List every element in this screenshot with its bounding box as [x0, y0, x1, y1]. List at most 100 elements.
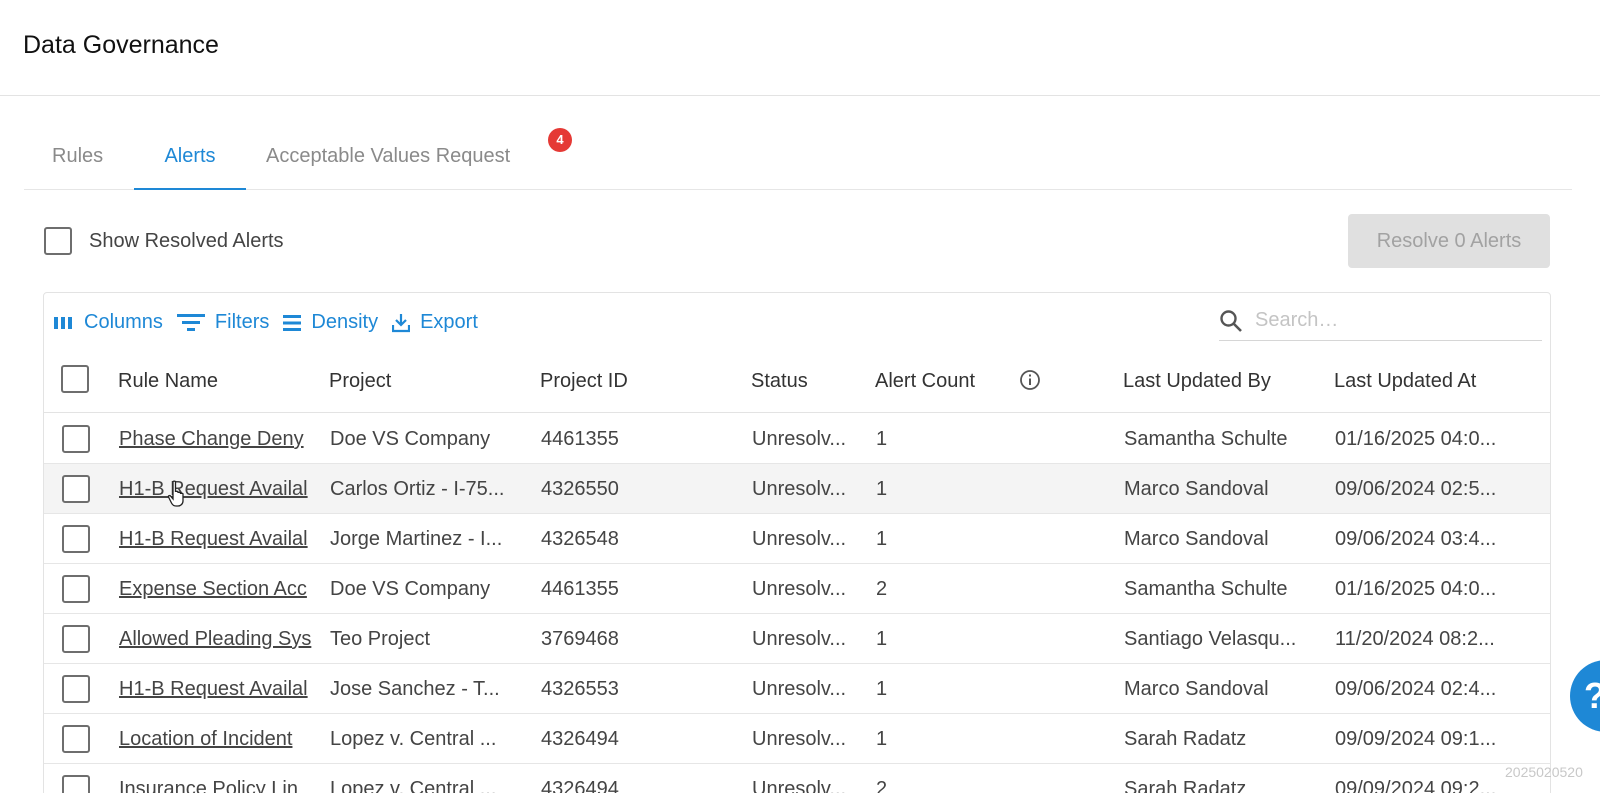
table-row[interactable]: Phase Change Deny Doe VS Company 4461355… — [44, 414, 1550, 464]
project-id-cell: 4461355 — [541, 578, 619, 600]
column-header-status[interactable]: Status — [751, 349, 808, 413]
last-updated-by-cell: Samantha Schulte — [1124, 578, 1288, 600]
project-cell: Jorge Martinez - I... — [330, 528, 503, 550]
table-row[interactable]: Insurance Policy Lin Lopez v. Central ..… — [44, 764, 1550, 793]
last-updated-at-cell: 11/20/2024 08:2... — [1335, 628, 1495, 650]
density-button[interactable]: Density — [283, 311, 378, 334]
last-updated-by-cell: Sarah Radatz — [1124, 778, 1247, 793]
last-updated-by-cell: Marco Sandoval — [1124, 478, 1269, 500]
row-checkbox[interactable] — [62, 675, 90, 703]
resolve-alerts-button[interactable]: Resolve 0 Alerts — [1348, 214, 1550, 268]
project-cell: Carlos Ortiz - I-75... — [330, 478, 505, 500]
table-row[interactable]: Expense Section Acc Doe VS Company 44613… — [44, 564, 1550, 614]
rule-name-link[interactable]: Location of Incident — [119, 714, 318, 764]
filter-icon — [176, 313, 205, 331]
page-title: Data Governance — [23, 31, 219, 59]
filters-button[interactable]: Filters — [176, 311, 270, 334]
columns-label: Columns — [84, 311, 163, 333]
table-row[interactable]: H1-B Request Availal Jose Sanchez - T...… — [44, 664, 1550, 714]
row-checkbox[interactable] — [62, 525, 90, 553]
table-row[interactable]: Location of Incident Lopez v. Central ..… — [44, 714, 1550, 764]
capture-timestamp: 2025020520 — [1505, 764, 1583, 780]
project-id-cell: 4326494 — [541, 778, 619, 793]
table-row[interactable]: H1-B Request Availal Carlos Ortiz - I-75… — [44, 464, 1550, 514]
project-id-cell: 3769468 — [541, 628, 619, 650]
status-cell: Unresolv... — [752, 428, 847, 450]
help-icon[interactable]: ? — [1570, 660, 1600, 732]
notification-badge: 4 — [548, 128, 572, 152]
show-resolved-checkbox[interactable] — [44, 227, 72, 255]
rule-name-link[interactable]: H1-B Request Availal — [119, 464, 318, 514]
alert-count-cell: 1 — [876, 628, 888, 650]
tab-bar: Rules Alerts Acceptable Values Request — [24, 118, 1572, 190]
rule-name-link[interactable]: Allowed Pleading Sys — [119, 614, 318, 664]
column-header-project-id[interactable]: Project ID — [540, 349, 628, 413]
project-id-cell: 4326548 — [541, 528, 619, 550]
row-checkbox[interactable] — [62, 625, 90, 653]
status-cell: Unresolv... — [752, 728, 847, 750]
table-row[interactable]: Allowed Pleading Sys Teo Project 3769468… — [44, 614, 1550, 664]
app-header: Data Governance — [0, 0, 1600, 96]
row-checkbox[interactable] — [62, 475, 90, 503]
column-header-alert-count[interactable]: Alert Count — [875, 349, 975, 413]
project-cell: Doe VS Company — [330, 428, 491, 450]
grid-toolbar: Columns Filters Density Export — [54, 311, 492, 334]
project-cell: Lopez v. Central ... — [330, 778, 497, 793]
alert-count-cell: 2 — [876, 578, 888, 600]
alert-count-cell: 1 — [876, 678, 888, 700]
project-id-cell: 4461355 — [541, 428, 619, 450]
project-id-cell: 4326494 — [541, 728, 619, 750]
rule-name-link[interactable]: Insurance Policy Lin — [119, 764, 318, 793]
status-cell: Unresolv... — [752, 678, 847, 700]
last-updated-at-cell: 01/16/2025 04:0... — [1335, 428, 1497, 450]
show-resolved-label: Show Resolved Alerts — [89, 229, 284, 252]
column-header-last-updated-by[interactable]: Last Updated By — [1123, 349, 1271, 413]
status-cell: Unresolv... — [752, 478, 847, 500]
column-header-project[interactable]: Project — [329, 349, 391, 413]
row-checkbox[interactable] — [62, 575, 90, 603]
rule-name-link[interactable]: H1-B Request Availal — [119, 664, 318, 714]
filters-label: Filters — [214, 311, 270, 333]
column-header-last-updated-at[interactable]: Last Updated At — [1334, 349, 1476, 413]
last-updated-at-cell: 09/09/2024 09:1... — [1335, 728, 1497, 750]
last-updated-by-cell: Samantha Schulte — [1124, 428, 1288, 450]
rule-name-link[interactable]: Phase Change Deny — [119, 414, 313, 464]
columns-icon — [54, 316, 72, 329]
status-cell: Unresolv... — [752, 528, 847, 550]
last-updated-by-cell: Marco Sandoval — [1124, 528, 1269, 550]
alerts-grid: Columns Filters Density Export Rule Name… — [43, 292, 1551, 793]
last-updated-at-cell: 01/16/2025 04:0... — [1335, 578, 1497, 600]
columns-button[interactable]: Columns — [54, 311, 163, 334]
density-label: Density — [311, 311, 379, 333]
info-icon[interactable] — [1019, 369, 1041, 391]
show-resolved-toggle[interactable]: Show Resolved Alerts — [44, 227, 284, 255]
export-label: Export — [420, 311, 478, 333]
last-updated-by-cell: Santiago Velasqu... — [1124, 628, 1297, 650]
alert-count-cell: 1 — [876, 728, 888, 750]
project-cell: Lopez v. Central ... — [330, 728, 497, 750]
last-updated-by-cell: Marco Sandoval — [1124, 678, 1269, 700]
row-checkbox[interactable] — [62, 425, 90, 453]
density-icon — [283, 314, 302, 331]
search-box — [1219, 301, 1542, 341]
last-updated-at-cell: 09/06/2024 03:4... — [1335, 528, 1497, 550]
tab-rules[interactable]: Rules — [52, 118, 103, 190]
table-row[interactable]: H1-B Request Availal Jorge Martinez - I.… — [44, 514, 1550, 564]
tab-alerts[interactable]: Alerts — [134, 118, 246, 190]
row-checkbox[interactable] — [62, 775, 90, 793]
search-input[interactable] — [1255, 309, 1525, 332]
alert-count-cell: 1 — [876, 528, 888, 550]
alert-count-cell: 2 — [876, 778, 888, 793]
project-cell: Jose Sanchez - T... — [330, 678, 500, 700]
rule-name-link[interactable]: H1-B Request Availal — [119, 514, 318, 564]
status-cell: Unresolv... — [752, 778, 847, 793]
column-header-rule-name[interactable]: Rule Name — [118, 349, 218, 413]
rule-name-link[interactable]: Expense Section Acc — [119, 564, 318, 614]
export-button[interactable]: Export — [392, 311, 478, 334]
download-icon — [392, 313, 411, 332]
tab-acceptable-values-request[interactable]: Acceptable Values Request — [266, 118, 510, 190]
row-checkbox[interactable] — [62, 725, 90, 753]
select-all-checkbox[interactable] — [61, 365, 89, 393]
hand-cursor-icon — [167, 480, 184, 507]
status-cell: Unresolv... — [752, 578, 847, 600]
